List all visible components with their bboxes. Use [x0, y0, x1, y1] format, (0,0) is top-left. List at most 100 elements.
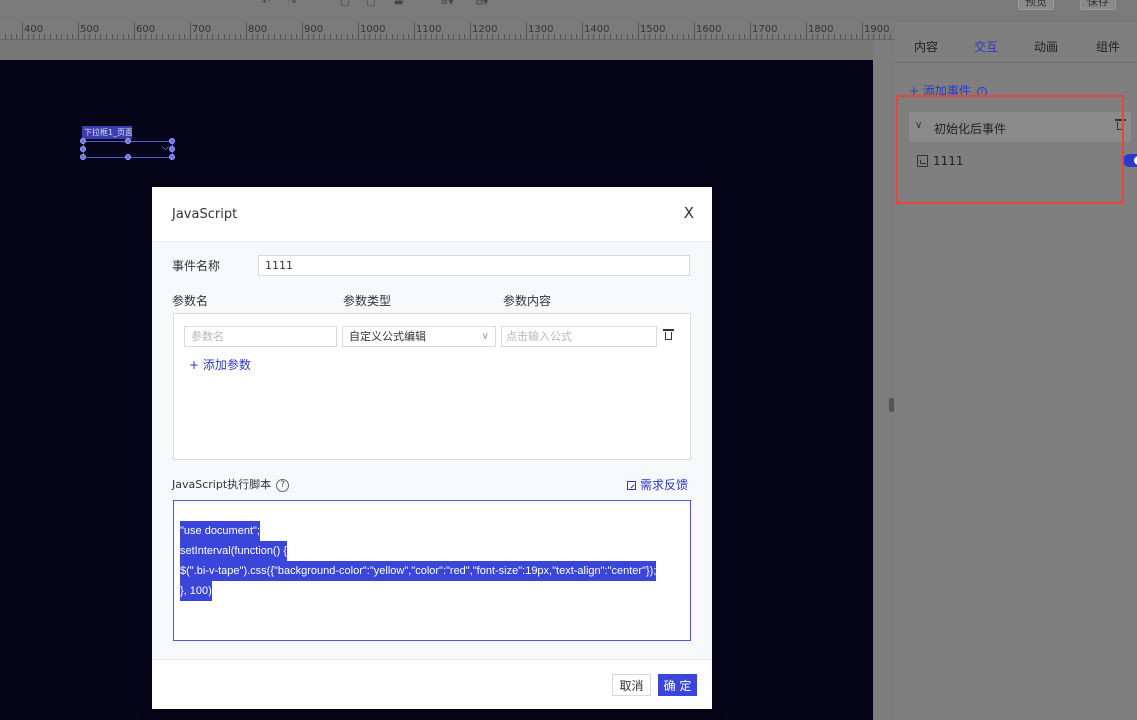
ruler-minor-tick [654, 34, 656, 39]
ruler-minor-tick [542, 34, 544, 39]
ruler-minor-tick [10, 34, 12, 39]
trash-icon[interactable] [1115, 119, 1126, 130]
ruler-minor-tick [128, 34, 130, 39]
event-group-header[interactable]: ∨ 初始化后事件 [909, 112, 1131, 142]
ruler-minor-tick [475, 34, 477, 39]
ruler-minor-tick [139, 34, 141, 39]
param-type-select[interactable]: 自定义公式编辑 ∨ [342, 326, 496, 347]
ruler-minor-tick [716, 34, 718, 39]
copy-icon[interactable]: ▢ [340, 0, 354, 8]
ruler-minor-tick [593, 34, 595, 39]
ruler-minor-tick [643, 34, 645, 39]
preview-button[interactable]: 预览 [1018, 0, 1054, 10]
ruler-minor-tick [576, 34, 578, 39]
ruler-minor-tick [117, 34, 119, 39]
trash-icon[interactable] [663, 329, 674, 340]
ruler-minor-tick [828, 34, 830, 39]
ruler-minor-tick [5, 34, 7, 39]
ruler-minor-tick [727, 34, 729, 39]
ruler-minor-tick [324, 34, 326, 39]
ruler-minor-tick [447, 34, 449, 39]
ruler-minor-tick [100, 34, 102, 39]
ruler-major-tick [750, 22, 751, 39]
resize-handle[interactable] [169, 154, 175, 160]
save-button[interactable]: 保存 [1080, 0, 1116, 10]
dialog-title: JavaScript [172, 207, 238, 222]
dropdown-widget[interactable]: ⌵ [80, 138, 175, 160]
param-content-input[interactable] [501, 326, 657, 347]
resize-handle[interactable] [80, 138, 86, 144]
delete-icon[interactable]: ▬ [394, 0, 408, 8]
ruler-minor-tick [834, 34, 835, 39]
resize-handle[interactable] [169, 138, 175, 144]
event-name-input[interactable] [258, 255, 690, 276]
help-icon[interactable]: ? [276, 478, 290, 492]
ruler-minor-tick [363, 34, 365, 39]
event-item[interactable]: 1111 [917, 152, 1137, 172]
tab-interaction[interactable]: 交互 [956, 32, 1016, 62]
add-event-link[interactable]: + 添加事件? [909, 82, 987, 99]
ruler-minor-tick [554, 34, 555, 39]
ruler-minor-tick [352, 34, 354, 39]
javascript-dialog: JavaScript X 事件名称 参数名 参数类型 参数内容 自定义公式编辑 … [152, 187, 712, 709]
ruler-minor-tick [492, 34, 494, 39]
confirm-button[interactable]: 确 定 [658, 674, 697, 696]
param-type-value: 自定义公式编辑 [349, 330, 426, 343]
ruler-minor-tick [565, 34, 567, 39]
ruler-minor-tick [380, 34, 382, 39]
event-enable-toggle[interactable] [1123, 154, 1137, 167]
scrollbar-thumb[interactable] [889, 398, 894, 412]
ruler-minor-tick [677, 34, 679, 39]
ruler-minor-tick [374, 34, 376, 39]
layer-icon[interactable]: ⧉▾ [476, 0, 490, 8]
ruler-minor-tick [83, 34, 85, 39]
ruler-minor-tick [402, 34, 404, 39]
add-param-link[interactable]: + 添加参数 [189, 356, 251, 373]
align-icon[interactable]: ≡▾ [440, 0, 454, 8]
close-icon[interactable]: X [684, 204, 694, 222]
ruler-minor-tick [229, 34, 231, 39]
tab-component[interactable]: 组件 [1078, 32, 1137, 62]
undo-icon[interactable]: ↶ [262, 0, 276, 8]
ruler-minor-tick [61, 34, 63, 39]
ruler-minor-tick [766, 34, 768, 39]
feedback-label: 需求反馈 [639, 478, 688, 492]
help-icon[interactable]: ? [976, 86, 987, 97]
ruler-minor-tick [167, 34, 169, 39]
cancel-button[interactable]: 取消 [612, 674, 651, 696]
vertical-scrollbar[interactable] [873, 40, 895, 720]
tab-content[interactable]: 内容 [896, 32, 956, 62]
redo-icon[interactable]: ↷ [288, 0, 302, 8]
resize-handle[interactable] [169, 146, 175, 152]
ruler-minor-tick [481, 34, 483, 39]
feedback-link[interactable]: 需求反馈 [626, 476, 688, 493]
ruler-minor-tick [570, 34, 572, 39]
ruler-minor-tick [850, 34, 852, 39]
script-editor[interactable]: "use document"; setInterval(function() {… [173, 500, 691, 641]
ruler-minor-tick [531, 34, 533, 39]
code-line: }, 100) [180, 581, 212, 601]
ruler-minor-tick [145, 34, 147, 39]
ruler-major-tick [414, 22, 415, 39]
ruler-minor-tick [514, 34, 516, 39]
chevron-down-icon[interactable]: ∨ [915, 120, 922, 131]
ruler-minor-tick [548, 34, 550, 39]
resize-handle[interactable] [80, 146, 86, 152]
ruler-minor-tick [296, 34, 298, 39]
ruler-minor-tick [430, 34, 432, 39]
ruler-minor-tick [537, 34, 539, 39]
ruler-minor-tick [632, 34, 634, 39]
code-line: $(".bi-v-tape").css({"background-color":… [180, 561, 657, 581]
ruler-minor-tick [621, 34, 623, 39]
resize-handle[interactable] [125, 154, 131, 160]
tab-animation[interactable]: 动画 [1016, 32, 1076, 62]
param-list: 自定义公式编辑 ∨ + 添加参数 [173, 313, 691, 460]
ruler-minor-tick [419, 34, 421, 39]
ruler-minor-tick [878, 34, 880, 39]
resize-handle[interactable] [80, 154, 86, 160]
paste-icon[interactable]: ▢ [366, 0, 380, 8]
ruler-major-tick [638, 22, 639, 39]
resize-handle[interactable] [125, 138, 131, 144]
param-name-input[interactable] [184, 326, 337, 347]
ruler-minor-tick [72, 34, 74, 39]
